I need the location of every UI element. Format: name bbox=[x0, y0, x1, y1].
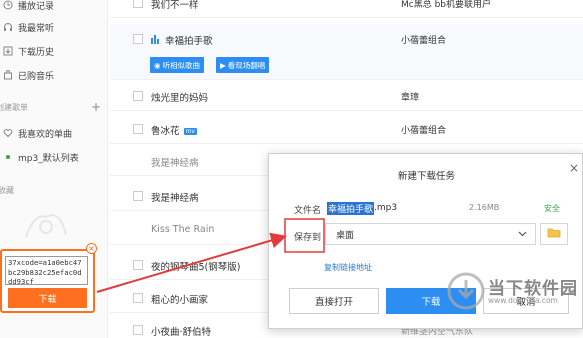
file-extension: .mp3 bbox=[374, 203, 398, 213]
empty-illustration-icon bbox=[20, 207, 72, 244]
browse-folder-button[interactable] bbox=[540, 223, 568, 245]
copy-link-address[interactable]: 复制链接地址 bbox=[324, 262, 372, 273]
download-code-box: 37xcode=a1a0ebc47bc29b832c25efac0ddd93cf… bbox=[0, 249, 95, 313]
song-title[interactable]: 鲁冰花 mv bbox=[151, 123, 197, 137]
song-title[interactable]: 小夜曲·舒伯特 bbox=[151, 324, 211, 338]
watch-cover-label: 看现场翻唱 bbox=[227, 60, 266, 70]
save-location-value: 桌面 bbox=[336, 230, 355, 241]
save-location-select[interactable]: 桌面 bbox=[325, 223, 536, 245]
add-playlist-button[interactable]: + bbox=[91, 101, 101, 113]
sidebar-item-label: 已购音乐 bbox=[18, 71, 55, 82]
close-icon[interactable]: × bbox=[86, 243, 97, 254]
sidebar-item-label: 我最常听 bbox=[18, 23, 55, 34]
sidebar-item-label: 下载历史 bbox=[18, 47, 55, 58]
dialog-title: 新建下载任务 bbox=[397, 171, 455, 182]
song-artist[interactable]: Mc黑总 bb机要联用户 bbox=[401, 0, 491, 10]
sidebar-item-label: 播放记录 bbox=[18, 1, 55, 12]
song-checkbox[interactable] bbox=[133, 260, 143, 270]
created-playlists-heading: 创建歌单 bbox=[0, 103, 28, 112]
file-size: 2.16MB bbox=[469, 203, 500, 212]
playing-bars-icon bbox=[151, 34, 161, 47]
bag-icon bbox=[3, 70, 13, 80]
similar-songs-button[interactable]: ◉ 听相似歌曲 bbox=[150, 57, 205, 73]
watermark-url: www.downxia.com bbox=[488, 296, 558, 305]
song-title-text: 鲁冰花 bbox=[151, 126, 180, 137]
song-checkbox[interactable] bbox=[133, 91, 143, 101]
file-safe-badge: 安全 bbox=[544, 204, 560, 213]
playlist-item-label: mp3_默认列表 bbox=[18, 153, 79, 164]
playlist-item-label: 我喜欢的单曲 bbox=[18, 129, 73, 140]
song-title[interactable]: 我是神经病 bbox=[151, 190, 199, 204]
heart-icon bbox=[3, 128, 13, 138]
song-title[interactable]: 我是神经病 bbox=[151, 155, 199, 169]
sidebar-item-download-history[interactable]: 下载历史 bbox=[0, 40, 108, 62]
song-artist[interactable]: 小蓓蕾组合 bbox=[401, 33, 446, 46]
download-code-textarea[interactable]: 37xcode=a1a0ebc47bc29b832c25efac0ddd93cf bbox=[5, 256, 88, 285]
file-name-selected: 幸福拍手歌 bbox=[327, 201, 375, 215]
song-row[interactable]: 烛光里的妈妈 章璋 bbox=[110, 81, 583, 111]
headphone-icon bbox=[3, 22, 13, 32]
mini-download-button[interactable]: 下载 bbox=[8, 288, 87, 308]
sidebar-item-purchased[interactable]: 已购音乐 bbox=[0, 64, 108, 86]
folder-icon bbox=[547, 227, 561, 241]
song-title[interactable]: 烛光里的妈妈 bbox=[151, 90, 208, 104]
chevron-down-icon bbox=[518, 230, 527, 241]
song-title[interactable]: 幸福拍手歌 bbox=[165, 33, 213, 47]
close-icon[interactable]: × bbox=[569, 161, 579, 175]
watch-cover-button[interactable]: ▶ 看现场翻唱 bbox=[216, 57, 270, 73]
song-checkbox[interactable] bbox=[133, 34, 143, 44]
playlist-item-default[interactable]: mp3_默认列表 bbox=[0, 146, 108, 168]
play-circle-icon: ▶ bbox=[220, 60, 226, 70]
file-name-label: 文件名 bbox=[294, 206, 322, 216]
history-icon bbox=[3, 0, 13, 10]
playlist-item-favorites[interactable]: 我喜欢的单曲 bbox=[0, 122, 108, 144]
dot-icon bbox=[3, 152, 13, 162]
song-artist[interactable]: 章璋 bbox=[401, 90, 419, 103]
sidebar-item-most-played[interactable]: 我最常听 bbox=[0, 16, 108, 38]
download-icon bbox=[3, 46, 13, 56]
song-row[interactable]: 鲁冰花 mv 小蓓蕾组合 bbox=[110, 114, 583, 144]
song-title[interactable]: 粗心的小画家 bbox=[151, 292, 208, 306]
sidebar-item-history[interactable]: 播放记录 bbox=[0, 0, 108, 16]
song-title[interactable]: 我们不一样 bbox=[151, 0, 199, 11]
song-checkbox[interactable] bbox=[133, 293, 143, 303]
song-title[interactable]: 夜的钢琴曲5(钢琴版) bbox=[151, 259, 240, 273]
file-name-field[interactable]: 幸福拍手歌 .mp3 bbox=[327, 198, 567, 218]
radio-icon: ◉ bbox=[154, 60, 161, 70]
song-checkbox[interactable] bbox=[133, 191, 143, 201]
song-artist[interactable]: 小蓓蕾组合 bbox=[401, 123, 446, 136]
open-directly-button[interactable]: 直接打开 bbox=[289, 288, 379, 314]
song-row[interactable]: 我们不一样 Mc黑总 bb机要联用户 bbox=[110, 0, 583, 18]
song-checkbox[interactable] bbox=[133, 0, 143, 8]
song-title[interactable]: Kiss The Rain bbox=[151, 224, 214, 235]
mv-badge[interactable]: mv bbox=[183, 128, 197, 135]
save-to-label: 保存到 bbox=[294, 233, 322, 243]
song-checkbox[interactable] bbox=[133, 325, 143, 335]
similar-songs-label: 听相似歌曲 bbox=[162, 60, 201, 70]
song-checkbox[interactable] bbox=[133, 124, 143, 134]
collected-playlists-heading: 收藏 bbox=[0, 186, 14, 195]
